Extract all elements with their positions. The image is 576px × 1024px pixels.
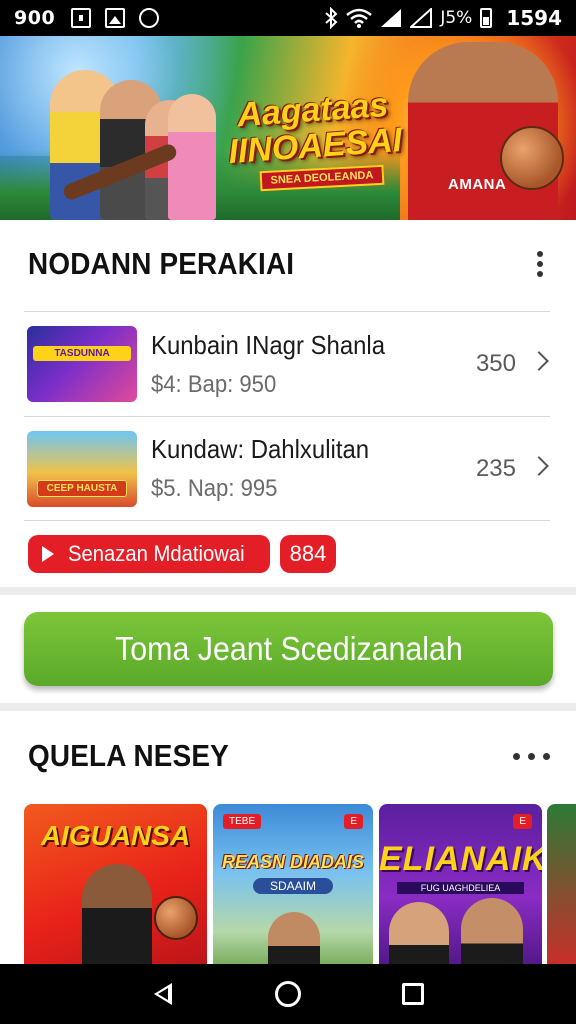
game-card[interactable]: E ELIANAIK FUG UAGHDELIEA bbox=[379, 804, 542, 964]
basketball-illustration bbox=[154, 896, 198, 940]
item-count: 235 bbox=[475, 455, 516, 482]
status-time: 900 bbox=[14, 7, 56, 29]
badge-label: Senazan Mdatiowai bbox=[68, 541, 245, 566]
section-header: NODANN PERAKIAI bbox=[28, 246, 550, 282]
card-subtitle: FUG UAGHDELIEA bbox=[397, 882, 524, 894]
notification-icons bbox=[71, 8, 160, 28]
thumbnail-caption: CEEP HAUSTA bbox=[37, 479, 127, 497]
status-bar: 900 J5% 1594 bbox=[0, 0, 576, 36]
back-icon bbox=[153, 983, 172, 1005]
section-title: NODANN PERAKIAI bbox=[28, 246, 295, 281]
card-character bbox=[82, 864, 152, 964]
card-tag: TEBE bbox=[223, 814, 262, 829]
image-notification-icon bbox=[105, 8, 126, 28]
player-shirt-text: AMANA bbox=[448, 176, 507, 193]
game-thumbnail: TASDUNNA bbox=[27, 326, 137, 402]
count-badge: 884 bbox=[280, 535, 337, 573]
banner-character bbox=[168, 94, 216, 220]
battery-percent: J5% bbox=[440, 8, 473, 28]
banner-title: Aagataas IINOAESAI bbox=[227, 85, 404, 171]
section-divider bbox=[0, 703, 576, 711]
video-badge-button[interactable]: Senazan Mdatiowai bbox=[28, 535, 271, 573]
card-tag: E bbox=[344, 814, 363, 829]
card-title: REASN DIADAIS bbox=[221, 852, 364, 872]
list-item[interactable]: TASDUNNA Kunbain INagr Shanla $4: Bap: 9… bbox=[24, 311, 550, 416]
item-subtitle: $4: Bap: 950 bbox=[151, 370, 277, 398]
basketball-illustration bbox=[500, 126, 564, 190]
signal-icon bbox=[381, 9, 402, 27]
home-button[interactable] bbox=[268, 974, 308, 1014]
item-title: Kundaw: Dahlxulitan bbox=[151, 434, 370, 464]
back-button[interactable] bbox=[143, 974, 183, 1014]
notification-icon bbox=[71, 8, 92, 28]
navigation-bar bbox=[0, 964, 576, 1024]
more-horizontal-icon[interactable] bbox=[513, 747, 550, 766]
card-title: AIGUANSA bbox=[40, 820, 191, 851]
card-tag: E bbox=[513, 814, 532, 829]
more-options-icon[interactable] bbox=[530, 249, 550, 279]
game-card-partial[interactable] bbox=[547, 804, 576, 964]
game-card[interactable]: AIGUANSA bbox=[24, 804, 207, 964]
status-clock: 1594 bbox=[506, 6, 562, 30]
home-icon bbox=[274, 981, 301, 1007]
section-divider bbox=[0, 587, 576, 595]
badges-row: Senazan Mdatiowai 884 bbox=[28, 535, 337, 573]
chevron-right-icon bbox=[529, 456, 549, 476]
play-icon bbox=[42, 546, 54, 562]
section-header: QUELA NESEY bbox=[28, 738, 550, 774]
list-item[interactable]: CEEP HAUSTA Kundaw: Dahlxulitan $5. Nap:… bbox=[24, 416, 550, 521]
card-character bbox=[389, 902, 449, 964]
card-character bbox=[461, 898, 523, 964]
item-count: 350 bbox=[475, 350, 516, 377]
cta-label: Toma Jeant Scedizanalah bbox=[114, 630, 463, 667]
status-right: J5% 1594 bbox=[324, 6, 562, 30]
thumbnail-caption: TASDUNNA bbox=[33, 346, 131, 361]
bluetooth-icon bbox=[325, 7, 338, 29]
item-title: Kunbain INagr Shanla bbox=[151, 329, 386, 360]
game-card[interactable]: TEBE E REASN DIADAIS SDAAIM bbox=[213, 804, 373, 964]
game-thumbnail: CEEP HAUSTA bbox=[27, 430, 137, 507]
item-subtitle: $5. Nap: 995 bbox=[151, 475, 278, 502]
primary-cta-button[interactable]: Toma Jeant Scedizanalah bbox=[24, 612, 553, 686]
recents-button[interactable] bbox=[393, 974, 433, 1014]
item-text: Kundaw: Dahlxulitan $5. Nap: 995 bbox=[151, 434, 388, 503]
recents-icon bbox=[402, 983, 425, 1005]
wifi-icon bbox=[346, 8, 373, 28]
signal-2-icon bbox=[410, 8, 433, 28]
app-screen: 900 J5% 1594 AMANA Aagataas IINOAESAI SN bbox=[0, 0, 576, 1024]
section-title: QUELA NESEY bbox=[28, 738, 229, 773]
card-subtitle: SDAAIM bbox=[253, 878, 333, 894]
cards-carousel[interactable]: AIGUANSA TEBE E REASN DIADAIS SDAAIM E E… bbox=[24, 804, 576, 964]
battery-icon bbox=[480, 8, 493, 28]
sync-notification-icon bbox=[139, 8, 160, 28]
card-title: ELIANAIK bbox=[379, 840, 542, 878]
card-character bbox=[268, 912, 320, 964]
game-list: TASDUNNA Kunbain INagr Shanla $4: Bap: 9… bbox=[24, 311, 550, 521]
chevron-right-icon bbox=[529, 351, 549, 371]
hero-banner[interactable]: AMANA Aagataas IINOAESAI SNEA DEOLEANDA bbox=[0, 36, 576, 220]
item-text: Kunbain INagr Shanla $4: Bap: 950 bbox=[151, 330, 405, 399]
